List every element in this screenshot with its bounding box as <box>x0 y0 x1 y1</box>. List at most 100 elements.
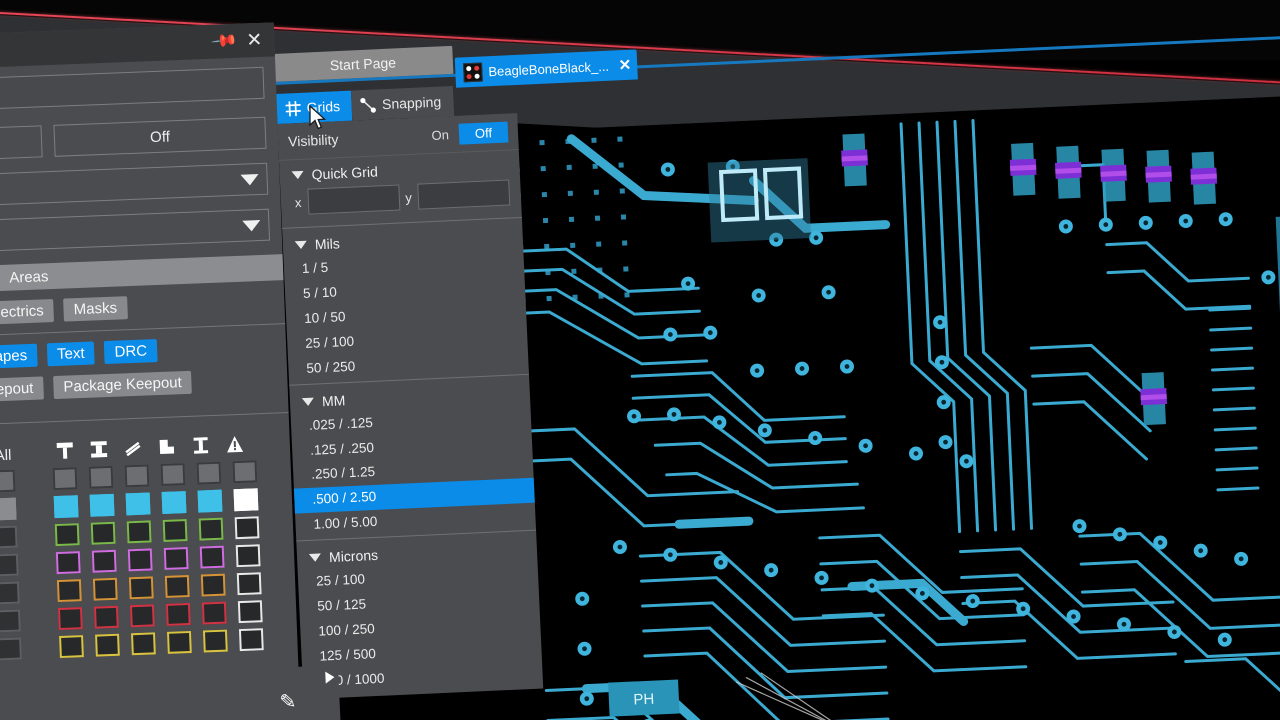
color-row-red <box>0 599 297 633</box>
color-row-magenta <box>0 543 295 577</box>
swatch-1[interactable] <box>95 633 120 657</box>
checkbox-via[interactable] <box>52 467 78 491</box>
chip-drc[interactable]: DRC <box>104 339 158 365</box>
swatch-1[interactable] <box>92 577 118 601</box>
snapping-line-icon <box>360 97 377 113</box>
swatch-1[interactable] <box>91 549 117 573</box>
swatch-3[interactable] <box>161 491 187 514</box>
chip-masks[interactable]: Masks <box>63 296 128 322</box>
visibility-off-button[interactable]: Off <box>458 121 509 145</box>
swatch-3[interactable] <box>162 519 188 542</box>
layer-color-matrix: All <box>0 413 298 666</box>
swatch-0[interactable] <box>54 523 80 547</box>
chip-keepout[interactable]: Keepout <box>0 376 44 403</box>
layers-on-button[interactable]: On <box>0 125 43 166</box>
grid-panel-body: Visibility On Off Quick Grid x y Mils 1 … <box>277 113 544 700</box>
swatch-3[interactable] <box>165 602 191 626</box>
swatch-4[interactable] <box>201 601 227 625</box>
swatch-4[interactable] <box>198 517 224 541</box>
checkbox-pad[interactable] <box>88 465 114 489</box>
chevron-down-icon <box>240 173 259 186</box>
checkbox-trace[interactable] <box>124 464 150 488</box>
tab-beagleboneblack-label: BeagleBoneBlack_... <box>488 58 610 79</box>
chevron-down-icon <box>291 170 304 180</box>
swatch-last[interactable] <box>237 600 263 624</box>
section-title-microns: Microns <box>328 547 379 566</box>
visibility-label: Visibility <box>287 131 339 150</box>
swatch-0[interactable] <box>57 607 83 631</box>
swatch-4[interactable] <box>199 545 225 569</box>
visibility-on-button[interactable]: On <box>421 126 459 143</box>
play-arrow-icon <box>325 671 335 684</box>
swatch-2[interactable] <box>131 632 156 656</box>
pcb-artwork[interactable]: PH <box>500 92 1280 720</box>
chip-package-keepout[interactable]: Package Keepout <box>52 370 193 400</box>
swatch-1[interactable] <box>93 605 119 629</box>
swatch-4[interactable] <box>197 489 223 513</box>
swatch-last[interactable] <box>235 544 261 568</box>
pin-icon[interactable]: 📌 <box>209 27 238 56</box>
toolbar-flyout-fragment[interactable]: ✎ <box>272 665 341 720</box>
layers-off-button[interactable]: Off <box>53 116 267 157</box>
pcb-canvas[interactable]: PH <box>500 71 1280 720</box>
drc-icon <box>223 433 246 456</box>
mouse-cursor <box>309 105 327 130</box>
swatch-all[interactable] <box>0 581 20 605</box>
swatch-2[interactable] <box>127 548 153 572</box>
swatch-3[interactable] <box>166 630 192 654</box>
chevron-down-icon <box>301 397 315 406</box>
checkbox-all[interactable] <box>0 469 16 493</box>
swatch-all[interactable] <box>0 609 21 633</box>
close-icon[interactable]: ✕ <box>618 56 631 75</box>
checkbox-shape[interactable] <box>160 463 186 486</box>
grid-flyout-panel[interactable]: Grids Snapping Visibility On Off Quick G… <box>276 83 544 700</box>
checkbox-drc[interactable] <box>232 460 258 484</box>
tab-snapping[interactable]: Snapping <box>351 85 454 121</box>
via-icon <box>54 439 77 462</box>
swatch-3[interactable] <box>163 547 189 570</box>
color-row-orange <box>0 571 296 605</box>
swatch-2[interactable] <box>129 604 155 628</box>
swatch-3[interactable] <box>164 575 190 598</box>
swatch-2[interactable] <box>126 520 152 544</box>
quick-grid-title: Quick Grid <box>311 163 379 183</box>
shape-icon <box>155 435 178 458</box>
chip-text[interactable]: Text <box>46 341 96 367</box>
layer-filter-dropdown[interactable] <box>0 208 271 258</box>
color-row-cyan <box>0 487 292 521</box>
swatch-all[interactable] <box>0 525 18 549</box>
chip-dielectrics[interactable]: Dielectrics <box>0 299 55 326</box>
swatch-0[interactable] <box>59 635 84 659</box>
layers-onoff-toggle: On Off <box>0 116 267 166</box>
swatch-all[interactable] <box>0 497 17 521</box>
grid-hash-icon <box>285 100 301 116</box>
swatch-last[interactable] <box>238 628 264 652</box>
search-input[interactable] <box>0 66 265 116</box>
quick-grid-y-input[interactable] <box>417 179 511 210</box>
quick-grid-y-label: y <box>404 189 413 205</box>
swatch-last[interactable] <box>233 488 259 512</box>
swatch-1[interactable] <box>90 521 116 545</box>
swatch-0[interactable] <box>55 551 81 575</box>
quick-grid-x-input[interactable] <box>306 184 400 215</box>
swatch-2[interactable] <box>125 492 151 516</box>
checkbox-text[interactable] <box>196 461 222 485</box>
swatch-2[interactable] <box>128 576 154 600</box>
tab-beagleboneblack[interactable]: BeagleBoneBlack_... ✕ <box>454 49 638 88</box>
chip-shapes[interactable]: Shapes <box>0 343 38 370</box>
pcb-board-icon <box>462 61 483 82</box>
swatch-last[interactable] <box>234 516 260 540</box>
layers-panel[interactable]: 📌 ✕ On Off MARY Areas Dielectrics Masks … <box>0 22 301 720</box>
swatch-all[interactable] <box>0 637 22 661</box>
swatch-all[interactable] <box>0 553 19 577</box>
swatch-4[interactable] <box>202 629 228 653</box>
layer-set-dropdown[interactable]: MARY <box>0 162 269 212</box>
swatch-last[interactable] <box>236 572 262 596</box>
swatch-4[interactable] <box>200 573 226 597</box>
matrix-checkbox-row <box>0 459 291 493</box>
matrix-all-label: All <box>0 446 12 465</box>
swatch-0[interactable] <box>56 579 82 603</box>
swatch-0[interactable] <box>53 495 79 519</box>
swatch-1[interactable] <box>89 493 115 517</box>
close-icon[interactable]: ✕ <box>246 29 263 51</box>
